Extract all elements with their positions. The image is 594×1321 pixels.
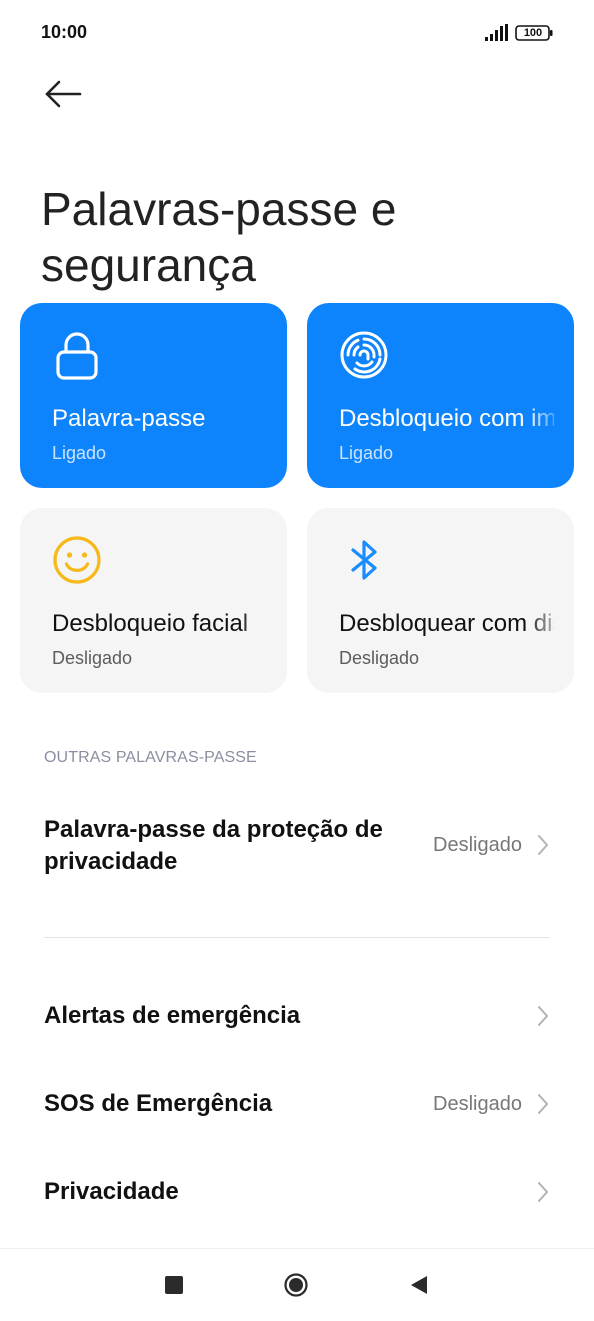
tile-status: Ligado xyxy=(339,443,394,463)
status-bar: 10:00 100 xyxy=(0,0,594,64)
fingerprint-icon xyxy=(340,331,388,379)
tile-title: Palavra-passe xyxy=(52,405,206,432)
tile-title-fade xyxy=(239,603,287,643)
tile-face-unlock[interactable]: Desbloqueio facial Desligado xyxy=(20,508,287,693)
divider xyxy=(44,937,550,938)
tile-status: Desligado xyxy=(339,648,420,668)
list-item-privacy[interactable]: Privacidade xyxy=(0,1156,594,1228)
list-item-value: Desligado xyxy=(433,834,522,856)
chevron-right-icon xyxy=(538,1006,548,1026)
chevron-right-icon xyxy=(538,1182,548,1202)
list-item-privacy-protection-password[interactable]: Palavra-passe da proteção de privacidade… xyxy=(0,800,594,895)
list-item-title: Alertas de emergência xyxy=(44,1002,301,1029)
navigation-bar xyxy=(0,1248,594,1321)
tile-status: Desligado xyxy=(52,648,133,668)
recent-apps-button[interactable] xyxy=(165,1276,183,1294)
section-header-other-passwords: OUTRAS PALAVRAS-PASSE xyxy=(44,749,257,766)
tile-bluetooth-unlock[interactable]: Desbloquear com dispositivo Bluetooth De… xyxy=(307,508,574,693)
list-item-emergency-sos[interactable]: SOS de Emergência Desligado xyxy=(0,1068,594,1140)
bluetooth-icon xyxy=(351,540,377,580)
tile-title: Desbloquear com dispositivo Bluetooth xyxy=(339,610,554,637)
signal-strength-icon xyxy=(485,24,508,41)
page-title: Palavras-passe e segurança xyxy=(41,182,397,291)
battery-level: 100 xyxy=(523,27,543,39)
tile-title-fade xyxy=(526,398,574,438)
list-item-emergency-alerts[interactable]: Alertas de emergência xyxy=(0,980,594,1052)
list-item-title: Privacidade xyxy=(44,1178,179,1205)
chevron-right-icon xyxy=(538,835,548,855)
back-arrow-button[interactable] xyxy=(40,78,86,112)
smiley-face-icon xyxy=(53,536,101,584)
list-item-value: Desligado xyxy=(433,1093,522,1115)
back-triangle-button[interactable] xyxy=(409,1275,429,1295)
tile-fingerprint-unlock[interactable]: Desbloqueio com impressão digital Ligado xyxy=(307,303,574,488)
tile-title-fade xyxy=(526,603,574,643)
tile-status: Ligado xyxy=(52,443,107,463)
chevron-right-icon xyxy=(538,1094,548,1114)
tile-password[interactable]: Palavra-passe Ligado xyxy=(20,303,287,488)
home-button[interactable] xyxy=(284,1273,308,1297)
tile-title: Desbloqueio facial xyxy=(52,610,249,637)
list-item-title: Palavra-passe da proteção de privacidade xyxy=(44,816,383,875)
list-item-title: SOS de Emergência xyxy=(44,1090,273,1117)
tile-title: Desbloqueio com impressão digital xyxy=(339,405,554,432)
lock-icon xyxy=(56,332,98,380)
status-time: 10:00 xyxy=(41,22,88,42)
